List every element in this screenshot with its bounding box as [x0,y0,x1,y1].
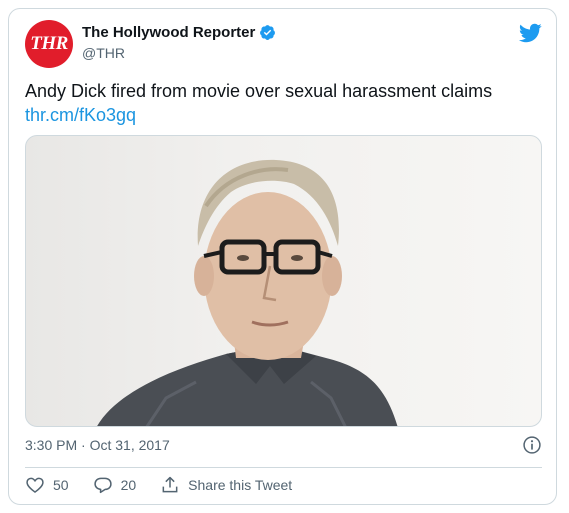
tweet-actions: 50 20 Share this Tweet [25,475,316,495]
account-name-row[interactable]: The Hollywood Reporter [82,24,276,41]
heart-icon [26,477,44,494]
reply-count: 20 [120,477,137,493]
share-label: Share this Tweet [188,477,293,493]
verified-badge-icon [260,25,276,40]
like-button[interactable]: 50 [25,475,69,495]
tweet-text-block: Andy Dick fired from movie over sexual h… [25,79,540,127]
account-handle[interactable]: @THR [82,45,125,61]
tweet-card[interactable]: THR The Hollywood Reporter @THR Andy Dic… [8,8,557,505]
photo-of-man-with-glasses-icon [97,159,398,426]
share-button[interactable]: Share this Tweet [160,475,292,495]
tweet-meta-row: 3:30 PM · Oct 31, 2017 [25,435,542,455]
twitter-bird-icon[interactable] [518,21,542,45]
info-icon[interactable] [522,435,542,455]
reply-bubble-icon [93,477,112,494]
like-count: 50 [53,477,69,493]
share-upload-icon [162,476,178,493]
actions-divider [25,467,542,468]
tweet-link[interactable]: thr.cm/fKo3gq [25,103,540,127]
tweet-media-photo[interactable] [25,135,542,427]
account-avatar[interactable]: THR [25,20,73,68]
tweet-timestamp[interactable]: 3:30 PM · Oct 31, 2017 [25,437,170,453]
account-name[interactable]: The Hollywood Reporter [82,24,255,41]
tweet-text: Andy Dick fired from movie over sexual h… [25,81,493,101]
avatar-logo-text: THR [30,33,68,54]
reply-button[interactable]: 20 [93,475,137,495]
